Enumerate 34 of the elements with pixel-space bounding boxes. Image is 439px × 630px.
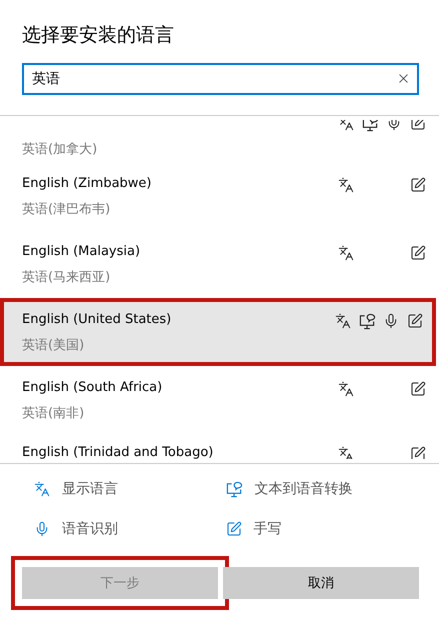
cancel-button[interactable]: 取消	[223, 567, 419, 599]
text-to-speech-icon	[358, 312, 376, 330]
pen-icon	[226, 521, 242, 537]
language-native-name: 英语(津巴布韦)	[22, 201, 112, 218]
display-language-icon	[338, 381, 354, 397]
language-name: English (Malaysia)	[22, 244, 140, 259]
pen-icon	[410, 381, 426, 397]
legend-label: 手写	[254, 520, 282, 538]
text-to-speech-icon	[226, 480, 242, 498]
display-language-icon	[335, 313, 351, 329]
language-name: English (South Africa)	[22, 380, 162, 395]
pen-icon	[410, 177, 426, 193]
language-native-name: 英语(马来西亚)	[22, 269, 112, 286]
pen-icon	[410, 446, 426, 459]
pen-icon	[410, 245, 426, 261]
language-native-name: 英语(南非)	[22, 405, 86, 422]
language-name: English (Zimbabwe)	[22, 176, 152, 191]
language-native-name: 英语(加拿大)	[22, 141, 98, 158]
legend-label: 显示语言	[62, 480, 118, 498]
language-name: English (Trinidad and Tobago)	[22, 445, 214, 459]
dialog-title: 选择要安装的语言	[22, 23, 175, 48]
language-native-name: 英语(美国)	[22, 337, 86, 354]
language-name: English (United States)	[22, 312, 172, 327]
microphone-icon	[34, 521, 50, 537]
legend-label: 文本到语音转换	[254, 480, 352, 498]
display-language-icon	[34, 481, 50, 497]
display-language-icon	[338, 177, 354, 193]
pen-icon	[407, 313, 423, 329]
legend-label: 语音识别	[62, 520, 118, 538]
highlighted-language-row[interactable]: English (United States) 英语(美国)	[0, 298, 436, 366]
display-language-icon	[338, 245, 354, 261]
microphone-icon	[383, 313, 399, 329]
search-field[interactable]: 英语	[22, 63, 419, 95]
display-language-icon	[338, 446, 354, 459]
